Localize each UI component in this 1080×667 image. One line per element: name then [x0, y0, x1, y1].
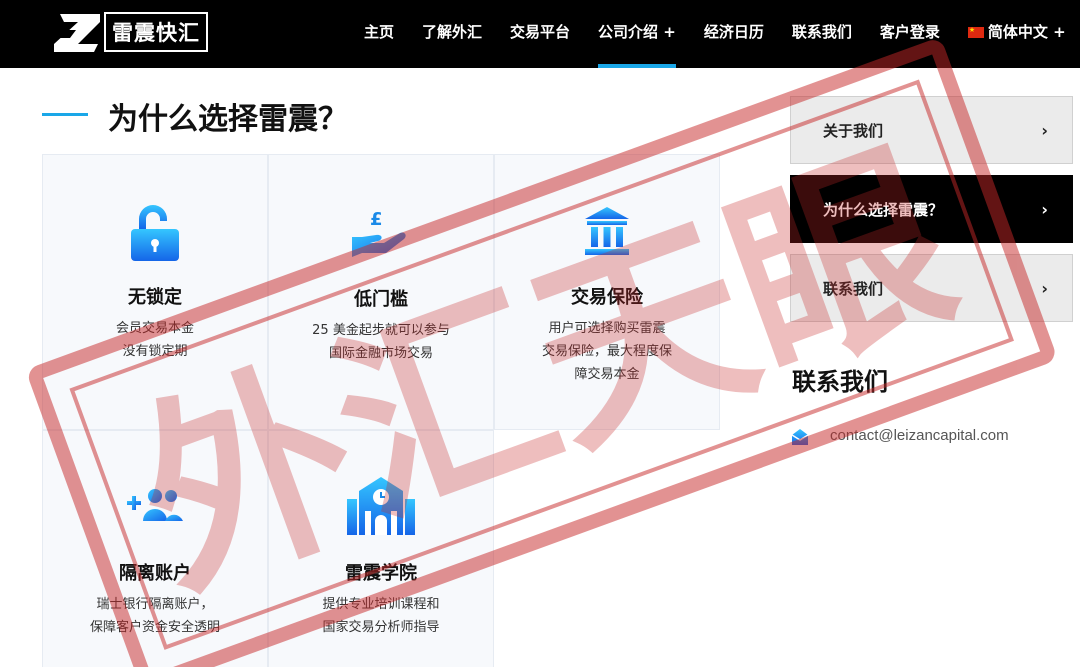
feature-card-insurance: 交易保险 用户可选择购买雷震 交易保险，最大程度保 障交易本金 — [494, 154, 720, 430]
feature-grid: 无锁定 会员交易本金 没有锁定期 £ 低门槛 25 美金起步就可以参与 国际金融… — [42, 154, 722, 667]
nav-contact[interactable]: 联系我们 — [792, 0, 852, 68]
feature-card-no-lock: 无锁定 会员交易本金 没有锁定期 — [42, 154, 268, 430]
feature-card-low-threshold: £ 低门槛 25 美金起步就可以参与 国际金融市场交易 — [268, 154, 494, 430]
sidebar-item-why-choose[interactable]: 为什么选择雷震？ › — [790, 175, 1073, 243]
logo-z-icon — [54, 14, 100, 52]
china-flag-icon — [967, 25, 984, 38]
feature-desc: 用户可选择购买雷震 交易保险，最大程度保 障交易本金 — [541, 321, 672, 382]
add-users-icon — [127, 489, 183, 521]
site-logo[interactable]: 雷震快汇 — [52, 10, 208, 54]
main-nav: 主页 了解外汇 交易平台 公司介绍 + 经济日历 联系我们 客户登录 简体中文 … — [350, 0, 1080, 68]
feature-title: 无锁定 — [128, 287, 182, 308]
chevron-right-icon: › — [1041, 120, 1048, 140]
unlock-icon — [131, 205, 179, 261]
feature-card-academy: 雷震学院 提供专业培训课程和 国家交易分析师指导 — [268, 430, 494, 667]
logo-text: 雷震快汇 — [104, 12, 208, 52]
sidebar-item-label: 联系我们 — [823, 279, 884, 298]
sidebar-item-label: 关于我们 — [823, 121, 884, 140]
chevron-right-icon: › — [1041, 278, 1048, 298]
bank-icon — [585, 207, 629, 255]
top-navbar: 雷震快汇 主页 了解外汇 交易平台 公司介绍 + 经济日历 联系我们 客户登录 … — [0, 0, 1080, 68]
feature-title: 雷震学院 — [345, 563, 417, 584]
nav-learn-forex[interactable]: 了解外汇 — [422, 0, 482, 68]
nav-economic-calendar[interactable]: 经济日历 — [704, 0, 764, 68]
hand-pound-icon: £ — [352, 209, 406, 257]
feature-desc: 提供专业培训课程和 国家交易分析师指导 — [322, 597, 440, 635]
mail-icon — [791, 429, 809, 445]
language-label: 简体中文 + — [987, 23, 1066, 41]
title-accent-line — [42, 113, 88, 116]
nav-home[interactable]: 主页 — [364, 0, 394, 68]
chevron-right-icon: › — [1041, 199, 1048, 219]
page-title: 为什么选择雷震？ — [108, 102, 348, 137]
feature-desc: 25 美金起步就可以参与 国际金融市场交易 — [312, 323, 450, 361]
feature-title: 低门槛 — [354, 289, 408, 310]
contact-email-link[interactable]: contact@leizancapital.com — [830, 427, 1009, 444]
academy-icon — [347, 477, 415, 535]
sidebar-item-about-us[interactable]: 关于我们 › — [790, 96, 1073, 164]
feature-card-segregated-account: 隔离账户 瑞士银行隔离账户， 保障客户资金安全透明 — [42, 430, 268, 667]
nav-trading-platform[interactable]: 交易平台 — [510, 0, 570, 68]
sidebar-item-contact-us[interactable]: 联系我们 › — [790, 254, 1073, 322]
nav-language-select[interactable]: 简体中文 + — [967, 0, 1066, 68]
nav-client-login[interactable]: 客户登录 — [880, 0, 940, 68]
svg-text:£: £ — [370, 209, 383, 230]
feature-desc: 瑞士银行隔离账户， 保障客户资金安全透明 — [89, 597, 220, 635]
sidebar-item-label: 为什么选择雷震？ — [823, 200, 944, 219]
feature-desc: 会员交易本金 没有锁定期 — [115, 321, 194, 359]
feature-title: 隔离账户 — [119, 563, 191, 584]
nav-company-intro[interactable]: 公司介绍 + — [598, 0, 676, 68]
contact-heading: 联系我们 — [792, 368, 888, 396]
feature-title: 交易保险 — [571, 287, 643, 308]
